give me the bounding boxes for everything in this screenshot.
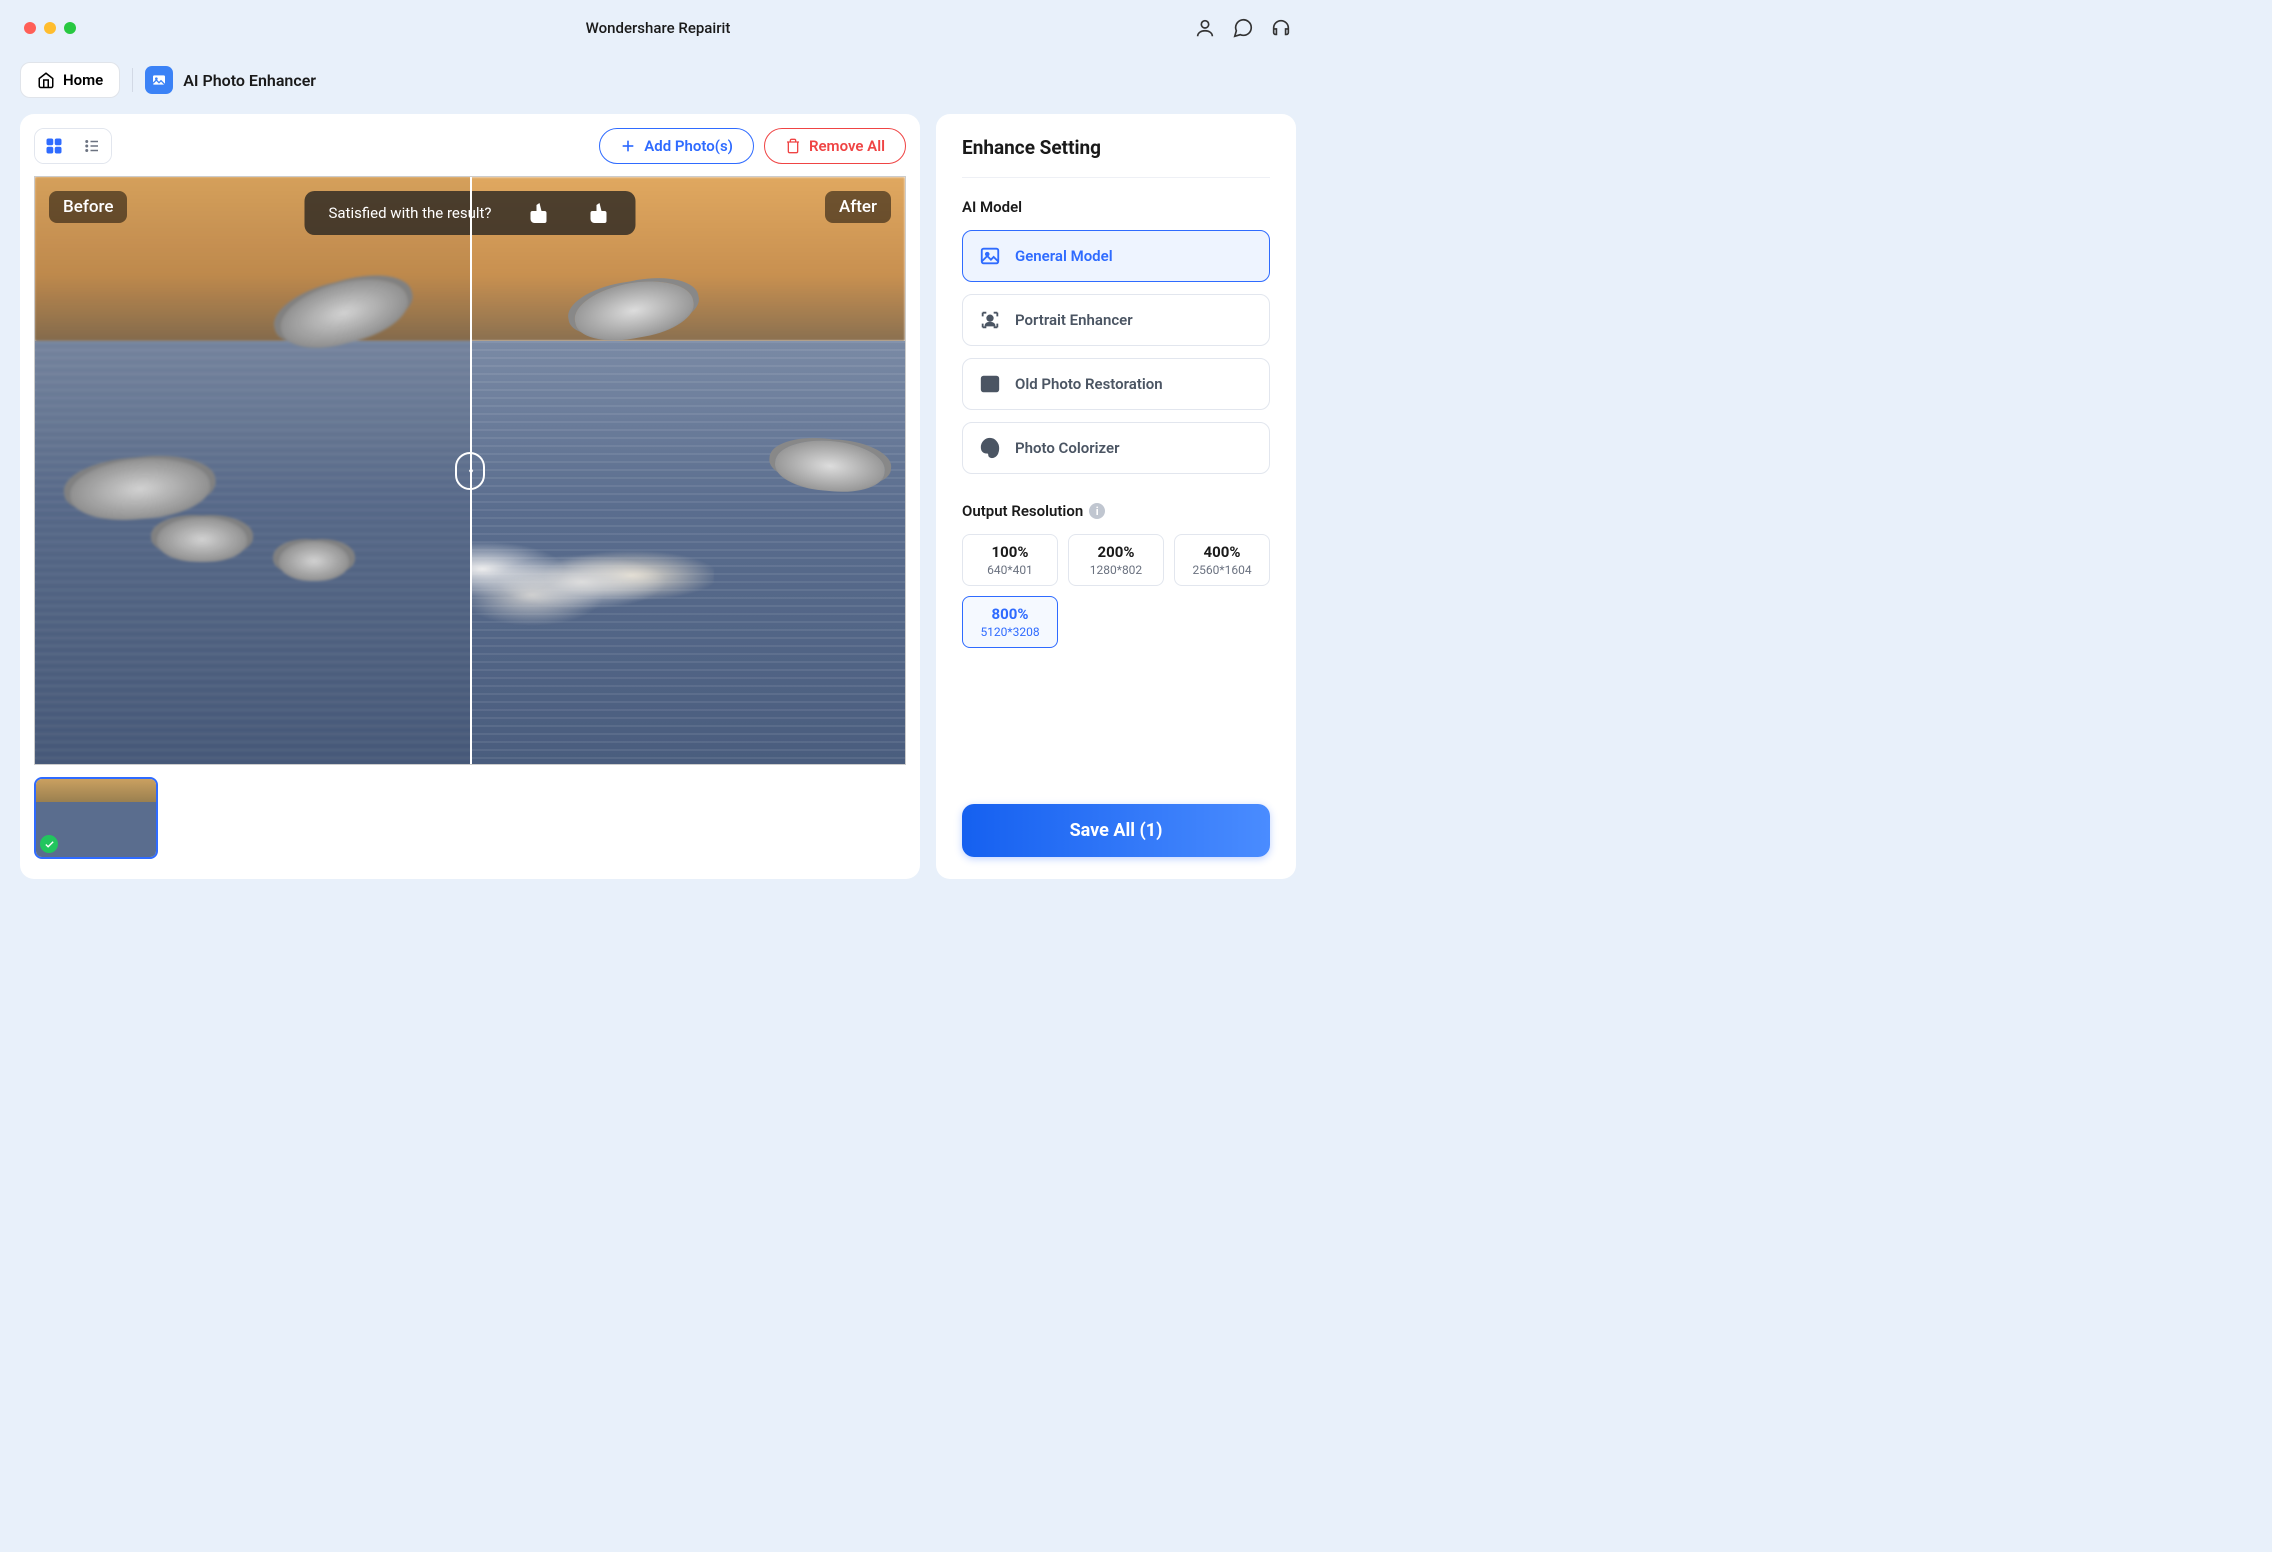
save-all-button[interactable]: Save All (1) [962,804,1270,857]
resolution-800[interactable]: 800% 5120*3208 [962,596,1058,648]
model-label: Photo Colorizer [1015,439,1119,457]
remove-all-button[interactable]: Remove All [764,128,906,164]
thumbs-up-icon[interactable] [588,201,612,225]
ai-model-label: AI Model [962,198,1270,216]
settings-panel: Enhance Setting AI Model General Model P… [936,114,1296,879]
thumbnail-item[interactable] [34,777,158,859]
after-badge: After [825,191,891,223]
home-icon [37,71,55,89]
resolution-100[interactable]: 100% 640*401 [962,534,1058,586]
resolution-200[interactable]: 200% 1280*802 [1068,534,1164,586]
remove-all-label: Remove All [809,137,885,155]
trash-icon [785,138,801,154]
image-icon [979,245,1001,267]
model-general[interactable]: General Model [962,230,1270,282]
topbar: Home AI Photo Enhancer [0,56,1316,104]
chat-icon[interactable] [1232,17,1254,39]
photo-enhancer-icon [145,66,173,94]
plus-icon [620,138,636,154]
view-toggle [34,128,112,164]
check-icon [40,835,58,853]
thumbnail-strip [34,777,906,865]
home-button[interactable]: Home [20,62,120,98]
colorize-icon [979,437,1001,459]
preview-panel: Add Photo(s) Remove All Before [20,114,920,879]
titlebar: Wondershare Repairit [0,0,1316,56]
restore-icon [979,373,1001,395]
compare-slider-handle[interactable]: ‹ › [455,452,485,490]
add-photo-button[interactable]: Add Photo(s) [599,128,754,164]
divider [132,68,133,92]
model-label: General Model [1015,247,1113,265]
section-title: AI Photo Enhancer [183,71,316,90]
before-after-preview[interactable]: Before After Satisfied with the result? … [34,176,906,765]
resolution-400[interactable]: 400% 2560*1604 [1174,534,1270,586]
panel-title: Enhance Setting [962,136,1270,178]
grid-view-button[interactable] [35,129,73,163]
support-icon[interactable] [1270,17,1292,39]
model-portrait[interactable]: Portrait Enhancer [962,294,1270,346]
model-colorizer[interactable]: Photo Colorizer [962,422,1270,474]
close-window-button[interactable] [24,22,36,34]
model-restoration[interactable]: Old Photo Restoration [962,358,1270,410]
list-view-button[interactable] [73,129,111,163]
minimize-window-button[interactable] [44,22,56,34]
before-badge: Before [49,191,127,223]
add-photo-label: Add Photo(s) [644,137,733,155]
window-title: Wondershare Repairit [586,19,731,37]
home-label: Home [63,71,103,89]
maximize-window-button[interactable] [64,22,76,34]
model-list: General Model Portrait Enhancer Old Phot… [962,230,1270,474]
info-icon[interactable]: i [1089,503,1105,519]
feedback-text: Satisfied with the result? [328,204,491,222]
portrait-icon [979,309,1001,331]
thumbs-down-icon[interactable] [528,201,552,225]
window-controls [24,22,76,34]
resolution-label: Output Resolution i [962,502,1270,520]
resolution-grid: 100% 640*401 200% 1280*802 400% 2560*160… [962,534,1270,648]
toolbar: Add Photo(s) Remove All [34,128,906,164]
user-icon[interactable] [1194,17,1216,39]
model-label: Old Photo Restoration [1015,375,1163,393]
section-badge: AI Photo Enhancer [145,66,316,94]
model-label: Portrait Enhancer [1015,311,1133,329]
